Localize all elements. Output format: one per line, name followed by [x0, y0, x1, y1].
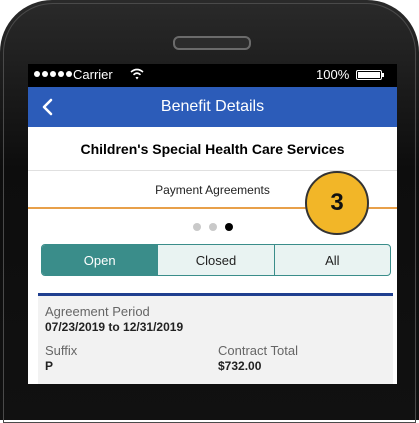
tab-closed[interactable]: Closed	[157, 245, 273, 275]
agreement-card[interactable]: Agreement Period 07/23/2019 to 12/31/201…	[38, 293, 393, 384]
tab-all[interactable]: All	[273, 245, 390, 275]
contract-total-value: $732.00	[218, 359, 262, 373]
page-dot-2[interactable]	[208, 223, 217, 231]
suffix-value: P	[45, 359, 54, 373]
agreement-period-value: 07/23/2019 to 12/31/2019	[45, 320, 184, 334]
program-header: Children's Special Health Care Services	[28, 127, 397, 171]
agreement-period-label: Agreement Period	[45, 304, 150, 319]
battery-icon	[356, 70, 384, 80]
agreement-status-filter: Open Closed All	[41, 244, 391, 276]
signal-strength-icon	[34, 71, 72, 77]
program-name: Children's Special Health Care Services	[80, 141, 345, 157]
page-title: Benefit Details	[160, 98, 265, 115]
page-dot-3[interactable]	[224, 223, 233, 231]
tab-open[interactable]: Open	[42, 245, 158, 275]
suffix-label: Suffix	[45, 343, 78, 358]
status-bar: Carrier 100%	[28, 64, 397, 87]
contract-total-label: Contract Total	[218, 343, 298, 358]
page-dot-1[interactable]	[192, 223, 201, 231]
callout-badge: 3	[305, 171, 369, 235]
wifi-icon	[130, 68, 144, 80]
carrier-name: Carrier	[73, 67, 113, 82]
navigation-bar: Benefit Details	[28, 87, 397, 127]
earpiece-speaker	[173, 36, 251, 50]
battery-percentage: 100%	[316, 67, 350, 82]
